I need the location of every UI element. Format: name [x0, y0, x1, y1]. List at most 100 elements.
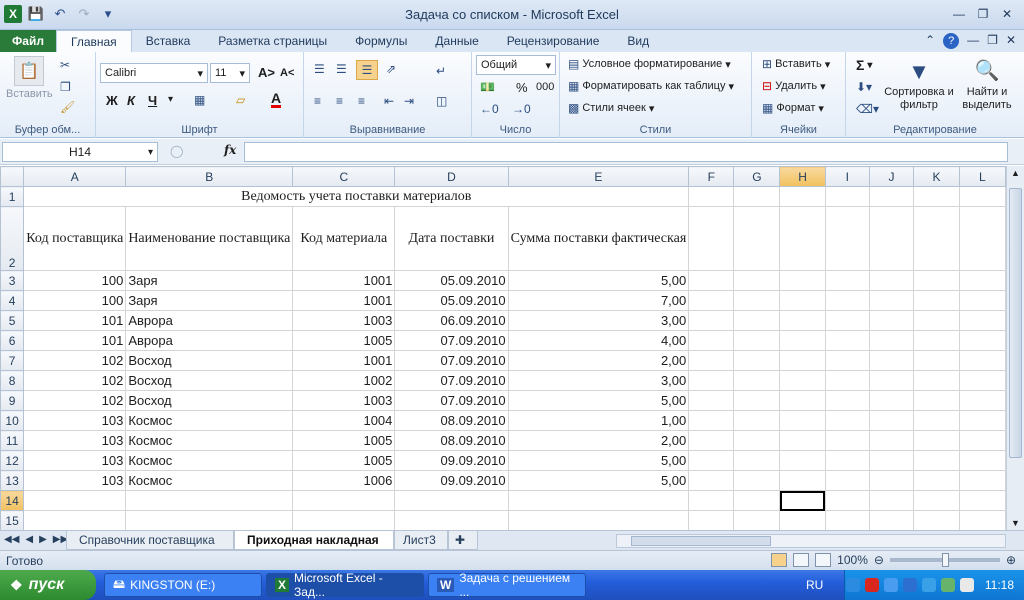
workbook-restore-icon[interactable]: ❐ — [987, 33, 998, 49]
cell[interactable] — [824, 350, 870, 371]
cell-supplier-name[interactable]: Аврора — [125, 310, 294, 331]
column-header[interactable]: E — [507, 166, 690, 187]
column-header[interactable]: L — [958, 166, 1006, 187]
align-center-icon[interactable]: ≡ — [336, 94, 343, 108]
tab-page-layout[interactable]: Разметка страницы — [204, 30, 341, 52]
cell[interactable] — [868, 310, 915, 331]
cell-material-code[interactable]: 1003 — [292, 310, 396, 331]
tab-home[interactable]: Главная — [56, 30, 132, 52]
scroll-thumb[interactable] — [1009, 188, 1022, 458]
cell[interactable] — [868, 186, 915, 207]
cell-delivery-amount[interactable]: 2,00 — [507, 350, 690, 371]
prev-sheet-icon[interactable]: ◀ — [25, 534, 33, 545]
column-header[interactable]: B — [125, 166, 294, 187]
zoom-slider[interactable] — [889, 553, 1000, 567]
cell[interactable] — [733, 310, 781, 331]
cell-supplier-code[interactable]: 100 — [23, 290, 127, 311]
cell[interactable] — [868, 370, 915, 391]
close-icon[interactable]: ✕ — [996, 4, 1018, 24]
cell[interactable] — [868, 450, 915, 471]
cell[interactable] — [779, 450, 826, 471]
workbook-minimize-icon[interactable]: — — [967, 33, 979, 49]
merge-cells-icon[interactable]: ◫ — [436, 94, 447, 108]
cell[interactable] — [868, 390, 915, 411]
first-sheet-icon[interactable]: ◀◀ — [4, 534, 19, 545]
thousands-button[interactable]: 000 — [536, 81, 554, 93]
column-header[interactable]: I — [824, 166, 870, 187]
cell[interactable] — [868, 510, 915, 530]
cell[interactable] — [779, 330, 826, 351]
header-cell-delivery-amount[interactable]: Сумма поставки фактическая — [507, 206, 690, 271]
insert-function-icon[interactable]: fx — [224, 143, 236, 157]
row-header[interactable]: 4 — [0, 290, 25, 311]
language-indicator[interactable]: RU — [806, 578, 823, 592]
normal-view-icon[interactable] — [771, 553, 788, 567]
cell[interactable] — [688, 350, 735, 371]
cell[interactable] — [779, 350, 826, 371]
cell[interactable] — [507, 510, 690, 530]
tab-review[interactable]: Рецензирование — [493, 30, 614, 52]
cell-supplier-code[interactable]: 102 — [23, 350, 127, 371]
cell[interactable] — [868, 410, 915, 431]
page-break-view-icon[interactable] — [815, 553, 832, 567]
cell[interactable] — [688, 310, 735, 331]
cell[interactable] — [958, 450, 1006, 471]
cell-delivery-date[interactable]: 08.09.2010 — [394, 410, 509, 431]
cell[interactable] — [733, 510, 781, 530]
cell-supplier-name[interactable]: Космос — [125, 430, 294, 451]
column-header[interactable]: K — [913, 166, 960, 187]
cell[interactable] — [779, 206, 826, 271]
cell[interactable] — [958, 186, 1006, 207]
cell[interactable] — [824, 450, 870, 471]
cell-supplier-name[interactable]: Космос — [125, 410, 294, 431]
column-header[interactable]: J — [868, 166, 915, 187]
sheet-tab-suppliers[interactable]: Справочник поставщика — [66, 531, 234, 550]
active-cell[interactable] — [779, 490, 826, 511]
cell-supplier-name[interactable]: Восход — [125, 370, 294, 391]
cell[interactable] — [824, 410, 870, 431]
cell-delivery-date[interactable]: 09.09.2010 — [394, 470, 509, 491]
cell[interactable] — [125, 510, 294, 530]
header-cell-supplier-name[interactable]: Наименование поставщика — [125, 206, 294, 271]
cell[interactable] — [913, 490, 960, 511]
cell[interactable] — [733, 370, 781, 391]
cell-material-code[interactable]: 1005 — [292, 330, 396, 351]
row-header[interactable]: 6 — [0, 330, 25, 351]
scroll-down-icon[interactable]: ▼ — [1011, 518, 1020, 528]
cell-material-code[interactable]: 1006 — [292, 470, 396, 491]
cell-supplier-name[interactable]: Восход — [125, 390, 294, 411]
insert-cells-button[interactable]: ⊞ Вставить ▾ — [762, 57, 830, 71]
antivirus-icon[interactable] — [864, 578, 879, 592]
wrap-text-icon[interactable]: ↵ — [436, 64, 446, 78]
cell[interactable] — [779, 470, 826, 491]
name-box[interactable]: H14 ▾ — [2, 142, 158, 162]
cell-supplier-name[interactable]: Восход — [125, 350, 294, 371]
taskbar-item-excel[interactable]: X Microsoft Excel - Зад... — [266, 571, 424, 599]
cell[interactable] — [779, 270, 826, 291]
align-top-icon[interactable]: ☰ — [314, 62, 325, 76]
cell[interactable] — [779, 410, 826, 431]
cell[interactable] — [824, 390, 870, 411]
font-name-select[interactable]: Calibri ▾ — [100, 63, 208, 83]
cell[interactable] — [292, 510, 396, 530]
cell-delivery-amount[interactable]: 1,00 — [507, 410, 690, 431]
cell-supplier-name[interactable]: Заря — [125, 290, 294, 311]
cell[interactable] — [733, 330, 781, 351]
minimize-icon[interactable]: — — [948, 4, 970, 24]
horizontal-scrollbar[interactable] — [616, 534, 1006, 548]
cell-material-code[interactable]: 1004 — [292, 410, 396, 431]
cell[interactable] — [779, 430, 826, 451]
insert-sheet-icon[interactable]: ✚ — [448, 531, 478, 550]
delete-cells-button[interactable]: ⊟ Удалить ▾ — [762, 79, 826, 93]
cell[interactable] — [913, 310, 960, 331]
cell[interactable] — [868, 330, 915, 351]
row-header[interactable]: 2 — [0, 206, 25, 271]
font-color-icon[interactable]: A — [271, 91, 282, 108]
cell[interactable] — [733, 270, 781, 291]
cell-supplier-code[interactable]: 103 — [23, 450, 127, 471]
workbook-close-icon[interactable]: ✕ — [1006, 33, 1016, 49]
cell[interactable] — [824, 510, 870, 530]
cell[interactable] — [824, 430, 870, 451]
cell[interactable] — [868, 290, 915, 311]
grow-font-icon[interactable]: A˃ — [258, 65, 275, 80]
